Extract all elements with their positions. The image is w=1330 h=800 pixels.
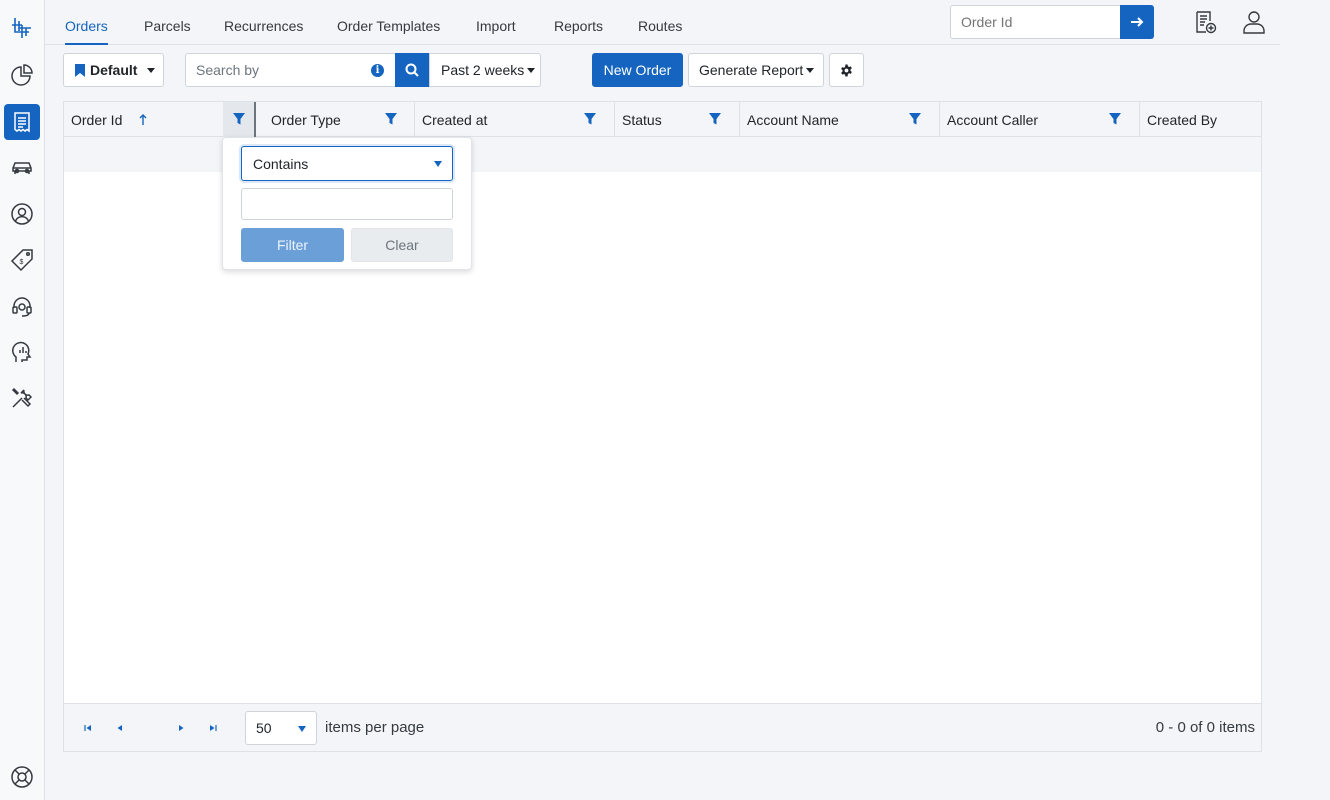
pager-summary: 0 - 0 of 0 items	[1155, 719, 1255, 736]
vehicle-icon[interactable]	[4, 150, 40, 186]
filter-icon[interactable]	[708, 112, 722, 126]
gear-icon	[841, 64, 852, 76]
search-button[interactable]	[395, 53, 429, 87]
view-selector-label: Default	[90, 62, 138, 78]
page-size-select[interactable]: 50	[245, 711, 317, 745]
column-title: Created at	[422, 112, 488, 128]
filter-apply-button[interactable]: Filter	[241, 228, 344, 262]
date-range-label: Past 2 weeks	[441, 62, 525, 78]
filter-operator-select[interactable]: Contains	[241, 146, 453, 181]
help-lifebuoy-icon[interactable]	[4, 759, 40, 795]
filter-icon[interactable]	[583, 112, 597, 126]
view-selector-button[interactable]: Default	[63, 53, 164, 87]
filter-icon[interactable]	[384, 112, 398, 126]
bookmark-icon	[75, 63, 85, 77]
chevron-down-icon	[147, 67, 156, 73]
analytics-head-icon[interactable]	[4, 334, 40, 370]
column-title: Created By	[1147, 112, 1218, 128]
orders-receipt-icon[interactable]	[4, 104, 40, 140]
column-title: Order Id	[71, 112, 123, 128]
left-sidebar: $	[0, 0, 45, 800]
last-page-icon[interactable]	[207, 722, 219, 734]
user-circle-icon[interactable]	[4, 196, 40, 232]
filter-value-input[interactable]	[241, 188, 453, 220]
tab-reports[interactable]: Reports	[554, 18, 603, 45]
grid-pager: 50 items per page 0 - 0 of 0 items	[64, 703, 1261, 751]
search-input[interactable]	[185, 53, 395, 87]
column-header-created-at[interactable]: Created at	[415, 102, 615, 137]
info-icon[interactable]: i	[371, 64, 384, 77]
arrow-right-icon	[1131, 17, 1144, 27]
chevron-down-icon	[806, 67, 815, 73]
logo-icon[interactable]	[4, 10, 40, 46]
previous-page-icon[interactable]	[114, 722, 126, 734]
column-header-account-name[interactable]: Account Name	[740, 102, 940, 137]
dropdown-triangle-icon	[434, 161, 442, 167]
dropdown-triangle-icon	[298, 726, 306, 732]
filter-clear-button[interactable]: Clear	[351, 228, 453, 262]
column-title: Order Type	[271, 112, 341, 128]
filter-icon[interactable]	[908, 112, 922, 126]
column-header-order-id[interactable]: Order Id	[64, 102, 223, 137]
filter-icon[interactable]	[1108, 112, 1122, 126]
sort-ascending-icon	[139, 114, 147, 125]
support-headset-icon[interactable]	[4, 288, 40, 324]
tab-routes[interactable]: Routes	[638, 18, 682, 45]
filter-operator-value: Contains	[253, 155, 309, 172]
column-header-status[interactable]: Status	[615, 102, 740, 137]
column-header-account-caller[interactable]: Account Caller	[940, 102, 1140, 137]
settings-button[interactable]	[829, 53, 864, 87]
page-size-value: 50	[256, 720, 272, 736]
dashboard-pie-icon[interactable]	[4, 58, 40, 94]
filter-icon	[233, 113, 245, 125]
column-filter-order-id[interactable]	[223, 102, 256, 137]
add-document-icon[interactable]	[1193, 10, 1217, 34]
next-page-icon[interactable]	[175, 722, 187, 734]
tab-order-templates[interactable]: Order Templates	[337, 18, 440, 45]
order-id-go-button[interactable]	[1120, 5, 1154, 39]
tab-orders[interactable]: Orders	[65, 18, 108, 45]
items-per-page-label: items per page	[325, 719, 425, 736]
column-filter-popup: Contains Filter Clear	[222, 137, 472, 270]
tab-parcels[interactable]: Parcels	[144, 18, 191, 45]
tools-icon[interactable]	[4, 380, 40, 416]
column-header-order-type[interactable]: Order Type	[264, 102, 415, 137]
chevron-down-icon	[527, 67, 536, 73]
search-icon	[405, 63, 419, 77]
date-range-button[interactable]: Past 2 weeks	[429, 53, 541, 87]
column-title: Status	[622, 112, 662, 128]
tab-recurrences[interactable]: Recurrences	[224, 18, 303, 45]
generate-report-button[interactable]: Generate Report	[688, 53, 824, 87]
new-order-button[interactable]: New Order	[592, 53, 683, 87]
svg-text:$: $	[20, 259, 24, 266]
first-page-icon[interactable]	[82, 722, 94, 734]
generate-report-label: Generate Report	[699, 62, 804, 78]
tab-import[interactable]: Import	[476, 18, 516, 45]
grid-header: Order Id Order Type Created at Status Ac…	[64, 102, 1261, 137]
price-tag-icon[interactable]: $	[4, 242, 40, 278]
order-id-input[interactable]	[950, 5, 1120, 39]
column-title: Account Caller	[947, 112, 1039, 128]
column-title: Account Name	[747, 112, 839, 128]
column-header-created-by[interactable]: Created By	[1140, 102, 1261, 137]
user-profile-icon[interactable]	[1242, 10, 1266, 34]
